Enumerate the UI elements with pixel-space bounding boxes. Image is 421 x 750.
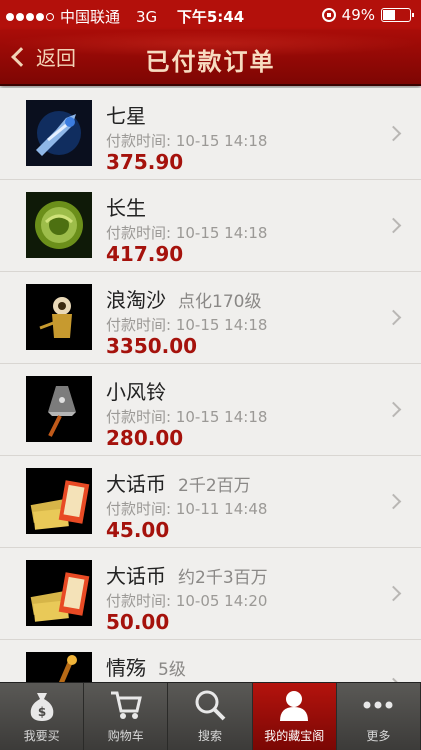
chevron-right-icon xyxy=(385,401,402,418)
order-row[interactable]: 大话币 2千2百万付款时间: 10-11 14:48 45.00 xyxy=(0,456,421,548)
order-title: 大话币 约2千3百万 xyxy=(106,560,268,589)
tab-label: 搜索 xyxy=(198,729,223,743)
price: 280.00 xyxy=(106,426,184,450)
item-name: 长生 xyxy=(106,196,146,220)
coin-notes-icon xyxy=(26,560,92,626)
tab-more[interactable]: 更多 xyxy=(337,683,421,750)
order-row[interactable]: 大话币 约2千3百万付款时间: 10-05 14:20 50.00 xyxy=(0,548,421,640)
tab-label: 我要买 xyxy=(23,729,60,743)
order-title: 情殇 5级 xyxy=(106,652,186,681)
price: 417.90 xyxy=(106,242,184,266)
order-title: 七星 xyxy=(106,100,146,129)
chevron-right-icon xyxy=(385,585,402,602)
paid-time: 付款时间: 10-05 14:20 xyxy=(106,592,268,610)
page-title: 已付款订单 xyxy=(145,48,276,76)
order-row[interactable]: 小风铃付款时间: 10-15 14:18 280.00 xyxy=(0,364,421,456)
svg-text:$: $ xyxy=(37,705,45,719)
tab-cart[interactable]: 购物车 xyxy=(84,683,169,750)
order-row[interactable]: 长生付款时间: 10-15 14:18 417.90 xyxy=(0,180,421,272)
order-title: 大话币 2千2百万 xyxy=(106,468,251,497)
item-name: 大话币 xyxy=(106,472,166,496)
character-icon xyxy=(26,284,92,350)
item-name: 情殇 xyxy=(106,656,146,680)
item-detail: 2千2百万 xyxy=(178,476,251,496)
item-detail: 点化170级 xyxy=(178,292,262,312)
item-detail: 5级 xyxy=(158,660,186,680)
jade-ring-icon xyxy=(26,192,92,258)
order-row[interactable]: 浪淘沙 点化170级付款时间: 10-15 14:18 3350.00 xyxy=(0,272,421,364)
tab-search[interactable]: 搜索 xyxy=(168,683,253,750)
tab-label: 购物车 xyxy=(107,729,144,743)
tab-label: 更多 xyxy=(366,729,391,743)
bell-item-icon xyxy=(26,376,92,442)
staff-icon xyxy=(26,652,92,682)
paid-time: 付款时间: 10-15 14:18 xyxy=(106,132,268,150)
coin-notes-icon xyxy=(26,468,92,534)
rotation-lock-icon xyxy=(321,8,336,22)
item-name: 浪淘沙 xyxy=(106,288,166,312)
order-list[interactable]: 七星 付款时间: 10-15 14:18 375.90 长生 付款时间: 10-15 1… xyxy=(0,88,421,682)
chevron-right-icon xyxy=(385,217,402,234)
tab-money-bag[interactable]: $ 我要买 xyxy=(0,683,85,750)
chevron-right-icon xyxy=(385,125,402,142)
item-name: 大话币 xyxy=(106,564,166,588)
tab-user[interactable]: 我的藏宝阁 xyxy=(252,683,337,750)
status-right: 49% xyxy=(321,6,414,24)
order-row[interactable]: 七星付款时间: 10-15 14:18 375.90 xyxy=(0,88,421,180)
item-name: 七星 xyxy=(106,104,146,128)
paid-time: 付款时间: 10-15 14:18 xyxy=(106,408,268,426)
order-row[interactable]: 情殇 5级 xyxy=(0,640,421,682)
price: 375.90 xyxy=(106,150,184,174)
paid-time: 付款时间: 10-11 14:48 xyxy=(106,500,268,518)
tab-label: 我的藏宝阁 xyxy=(264,729,325,743)
chevron-right-icon xyxy=(385,493,402,510)
order-title: 长生 xyxy=(106,192,146,221)
paid-time: 付款时间: 10-15 14:18 xyxy=(106,224,268,242)
order-title: 浪淘沙 点化170级 xyxy=(106,284,261,313)
price: 3350.00 xyxy=(106,334,198,358)
order-title: 小风铃 xyxy=(106,376,166,405)
status-bar: 中国联通 3G 下午5:44 49% xyxy=(0,0,421,30)
item-name: 小风铃 xyxy=(106,380,166,404)
item-detail: 约2千3百万 xyxy=(178,568,268,588)
battery-icon xyxy=(381,8,414,22)
tab-bar: $ 我要买 购物车 搜索 我的藏宝阁 更多 xyxy=(0,682,421,750)
price: 45.00 xyxy=(106,518,170,542)
chevron-right-icon xyxy=(385,309,402,326)
battery-label: 49% xyxy=(341,6,375,24)
paid-time: 付款时间: 10-15 14:18 xyxy=(106,316,268,334)
nav-bar: 返回 已付款订单 xyxy=(0,30,421,86)
price: 50.00 xyxy=(106,610,170,634)
weapon-blue-icon xyxy=(26,100,92,166)
